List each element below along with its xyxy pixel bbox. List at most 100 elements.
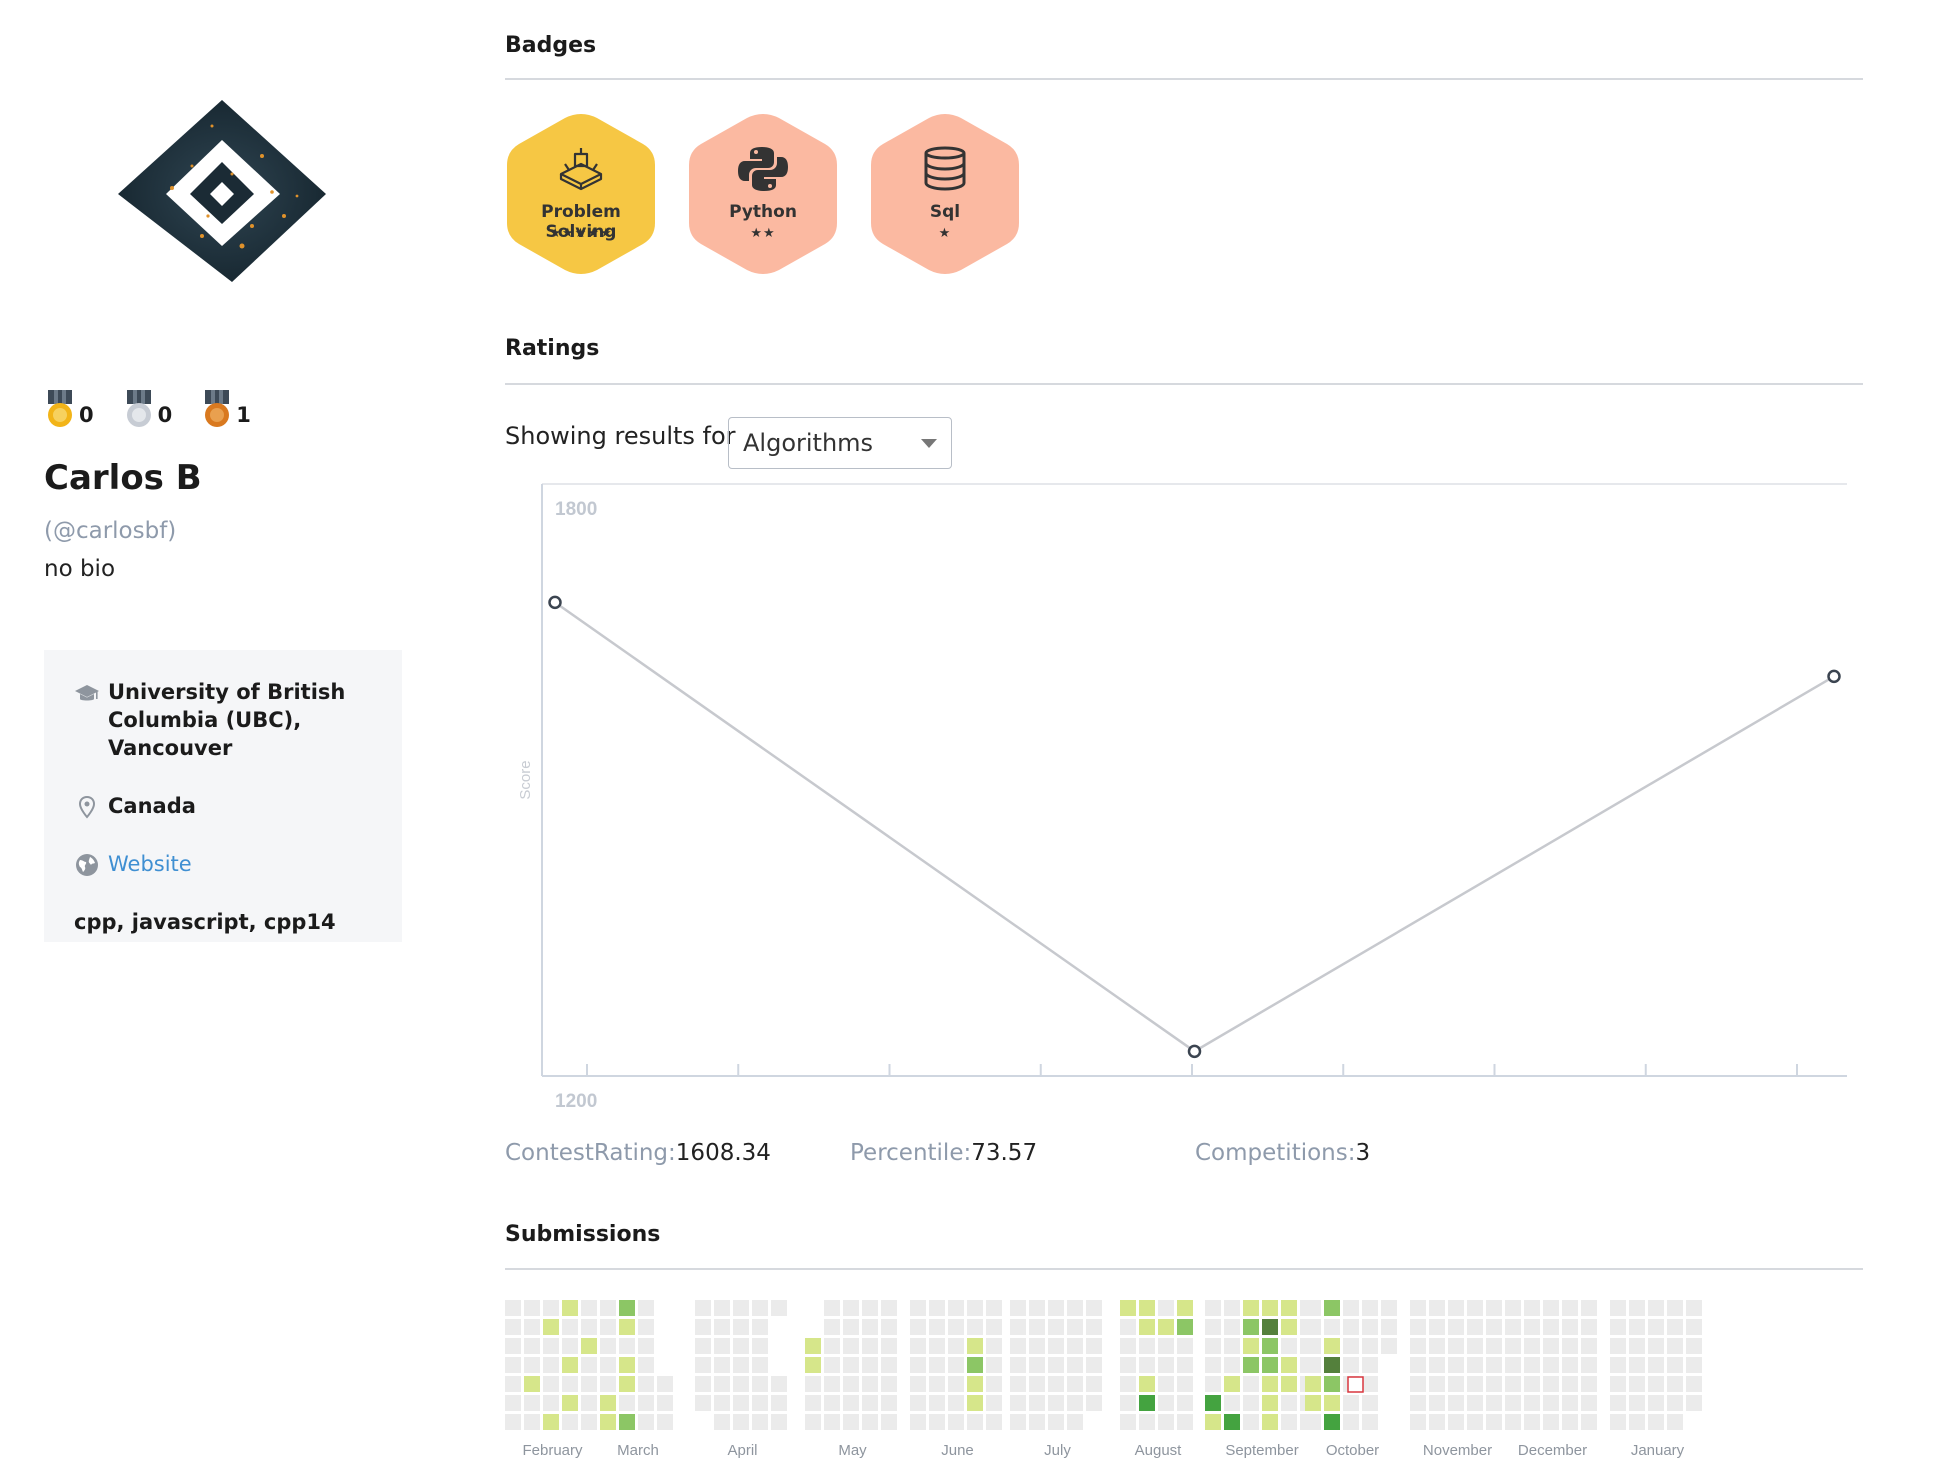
heatmap-cell: [1305, 1414, 1321, 1430]
heatmap-cell: [505, 1395, 521, 1411]
heatmap-cell: [543, 1300, 559, 1316]
heatmap-cell: [1610, 1300, 1626, 1316]
heatmap-cell: [1448, 1319, 1464, 1335]
heatmap-cell: [843, 1319, 859, 1335]
heatmap-cell: [1205, 1395, 1221, 1411]
heatmap-cell: [1448, 1357, 1464, 1373]
heatmap-month-label: December: [1518, 1442, 1587, 1459]
heatmap-cell: [1158, 1376, 1174, 1392]
heatmap-cell: [1381, 1300, 1397, 1316]
heatmap-cell: [1305, 1357, 1321, 1373]
heatmap-cell: [824, 1338, 840, 1354]
heatmap-cell: [824, 1395, 840, 1411]
track-select[interactable]: Algorithms: [728, 417, 952, 469]
heatmap-cell: [986, 1338, 1002, 1354]
heatmap-cell: [505, 1376, 521, 1392]
heatmap-cell: [1648, 1376, 1664, 1392]
website-link[interactable]: Website: [74, 850, 372, 878]
heatmap-cell: [1243, 1338, 1259, 1354]
heatmap-cell: [1281, 1376, 1297, 1392]
website-label[interactable]: Website: [108, 850, 192, 878]
heatmap-cell: [1648, 1357, 1664, 1373]
profile-bio: no bio: [44, 556, 116, 582]
heatmap-cell: [1429, 1300, 1445, 1316]
heatmap-cell: [1343, 1338, 1359, 1354]
heatmap-cell: [1029, 1338, 1045, 1354]
heatmap-cell: [1486, 1357, 1502, 1373]
heatmap-cell: [562, 1414, 578, 1430]
results-filter-label: Showing results for: [505, 422, 736, 450]
heatmap-cell: [1048, 1357, 1064, 1373]
heatmap-cell: [1205, 1414, 1221, 1430]
heatmap-cell: [1029, 1395, 1045, 1411]
heatmap-cell: [986, 1319, 1002, 1335]
badge-hexagon: [507, 114, 655, 274]
heatmap-cell: [1158, 1395, 1174, 1411]
heatmap-cell: [600, 1414, 616, 1430]
badge-sql[interactable]: Sql ★: [869, 110, 1021, 278]
rating-point: [1187, 1044, 1202, 1059]
heatmap-cell: [1086, 1357, 1102, 1373]
heatmap-cell: [1158, 1300, 1174, 1316]
silver-medal-count: 0: [157, 403, 173, 427]
heatmap-cell: [771, 1395, 787, 1411]
heatmap-cell: [967, 1319, 983, 1335]
heatmap-cell: [1281, 1300, 1297, 1316]
heatmap-cell: [1667, 1395, 1683, 1411]
heatmap-cell: [1581, 1414, 1597, 1430]
heatmap-cell: [1324, 1357, 1340, 1373]
heatmap-cell: [524, 1300, 540, 1316]
heatmap-cell: [1262, 1319, 1278, 1335]
heatmap-cell: [1067, 1414, 1083, 1430]
bronze-medal-icon: [205, 390, 230, 427]
heatmap-cell: [986, 1357, 1002, 1373]
heatmap-cell: [843, 1395, 859, 1411]
heatmap-cell: [1686, 1376, 1702, 1392]
heatmap-cell: [967, 1338, 983, 1354]
ratings-heading: Ratings: [505, 336, 600, 361]
rating-line: [554, 601, 1835, 1053]
heatmap-cell: [1343, 1319, 1359, 1335]
heatmap-cell: [1410, 1395, 1426, 1411]
heatmap-cell: [1429, 1338, 1445, 1354]
silver-medal-icon: [126, 390, 151, 427]
heatmap-cell: [1177, 1300, 1193, 1316]
heatmap-cell: [1262, 1357, 1278, 1373]
heatmap-cell: [862, 1414, 878, 1430]
heatmap-cell: [1562, 1395, 1578, 1411]
heatmap-cell: [967, 1300, 983, 1316]
heatmap-cell: [1410, 1376, 1426, 1392]
heatmap-cell: [733, 1414, 749, 1430]
heatmap-cell: [1562, 1414, 1578, 1430]
heatmap-cell: [1410, 1338, 1426, 1354]
heatmap-cell: [619, 1338, 635, 1354]
heatmap-cell: [1048, 1338, 1064, 1354]
heatmap-cell: [1139, 1300, 1155, 1316]
rating-point: [548, 595, 562, 610]
heatmap-month-label: June: [941, 1442, 974, 1459]
heatmap-cell: [881, 1376, 897, 1392]
badge-problem-solving[interactable]: Problem Solving ★★★★★: [505, 110, 657, 278]
heatmap-cell: [862, 1300, 878, 1316]
heatmap-cell: [910, 1395, 926, 1411]
gold-medal-count: 0: [79, 403, 94, 427]
heatmap-cell: [862, 1357, 878, 1373]
heatmap-month-label: July: [1044, 1442, 1071, 1459]
heatmap-cell: [1343, 1395, 1359, 1411]
heatmap-cell: [1177, 1395, 1193, 1411]
heatmap-cell: [733, 1319, 749, 1335]
heatmap-cell: [1543, 1395, 1559, 1411]
heatmap-cell: [1010, 1357, 1026, 1373]
heatmap-month-label: April: [727, 1442, 757, 1459]
heatmap-cell: [1362, 1414, 1378, 1430]
bronze-medal: 1: [202, 390, 251, 428]
badge-python[interactable]: Python ★★: [687, 110, 839, 278]
heatmap-cell: [1648, 1338, 1664, 1354]
heatmap-cell: [1667, 1300, 1683, 1316]
heatmap-cell: [1305, 1376, 1321, 1392]
heatmap-cell: [771, 1300, 787, 1316]
heatmap-cell: [1581, 1319, 1597, 1335]
heatmap-cell: [1224, 1300, 1240, 1316]
heatmap-cell: [1505, 1414, 1521, 1430]
heatmap-cell: [948, 1338, 964, 1354]
